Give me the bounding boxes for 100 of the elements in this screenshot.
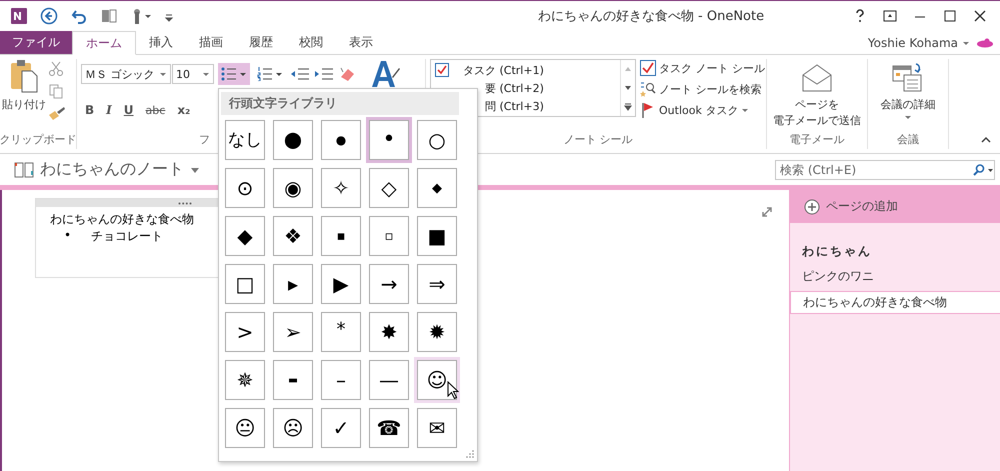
find-tags-button[interactable]: ノート シールを検索 — [640, 80, 765, 98]
notebook-dropdown[interactable]: わにちゃんのノート — [0, 159, 200, 180]
scissors-icon[interactable] — [48, 61, 64, 77]
bullet-option[interactable]: – — [321, 360, 361, 400]
format-button[interactable]: I — [106, 103, 112, 117]
bullet-option[interactable]: ◆ — [225, 216, 265, 256]
email-page-button[interactable]: ページを 電子メールで送信 — [767, 59, 867, 132]
bullet-option[interactable]: 😐 — [225, 408, 265, 448]
bullet-option[interactable]: ◉ — [273, 168, 313, 208]
envelope-icon — [801, 63, 833, 93]
bullets-button[interactable] — [218, 63, 250, 85]
bullet-option[interactable]: * — [321, 312, 361, 352]
window-title: わにちゃんの好きな食べ物 - OneNote — [536, 8, 766, 25]
task-tag-button[interactable]: タスク ノート シール — [640, 59, 765, 77]
bullet-option[interactable]: - — [273, 360, 313, 400]
bullet-option[interactable]: ❖ — [273, 216, 313, 256]
maximize-icon[interactable] — [942, 8, 958, 24]
bullet-option[interactable]: ➢ — [273, 312, 313, 352]
caret-icon — [904, 113, 912, 121]
search-icon — [640, 81, 656, 97]
group-label: ノート シール — [563, 132, 633, 147]
bullet-option[interactable]: ○ — [417, 120, 457, 160]
ribbon-tab[interactable]: 校閲 — [286, 31, 336, 54]
font-name-dropdown[interactable]: ＭＳ ゴシック — [81, 64, 171, 84]
outdent-icon[interactable] — [290, 67, 310, 81]
clipboard-icon — [9, 59, 39, 93]
caret-icon — [741, 106, 750, 114]
bullet-option[interactable]: ◆ — [417, 168, 457, 208]
bullet-option[interactable]: ▫ — [369, 216, 409, 256]
bullet-mark: • — [64, 228, 72, 244]
bullet-option[interactable]: → — [369, 264, 409, 304]
bullet-option[interactable]: ✓ — [321, 408, 361, 448]
bullet-option[interactable]: ⬤ — [273, 120, 313, 160]
outlook-task-button[interactable]: Outlook タスク — [640, 101, 765, 119]
search-box[interactable]: 検索 (Ctrl+E) — [775, 160, 995, 180]
bullet-option[interactable]: ■ — [417, 216, 457, 256]
resize-grip-icon[interactable] — [466, 450, 474, 458]
ribbon-tab[interactable]: 挿入 — [136, 31, 186, 54]
back-icon[interactable] — [40, 7, 58, 25]
bullet-option[interactable]: ✧ — [321, 168, 361, 208]
numbered-list-icon — [257, 67, 283, 81]
add-page-button[interactable]: ページの追加 — [790, 190, 1000, 223]
bullet-option[interactable]: • — [369, 120, 409, 160]
page-item[interactable]: ピンクのワニ — [790, 266, 1000, 287]
bullet-option[interactable]: ▸ — [273, 264, 313, 304]
page-item[interactable]: わにちゃんの好きな食べ物 — [790, 291, 1000, 314]
bullet-option[interactable]: — — [369, 360, 409, 400]
bullet-option[interactable]: ◇ — [369, 168, 409, 208]
ribbon-tab[interactable]: ホーム — [72, 31, 136, 55]
ribbon-tab[interactable]: 履歴 — [236, 31, 286, 54]
bullet-option[interactable]: > — [225, 312, 265, 352]
styles-icon[interactable] — [370, 59, 400, 89]
note-title: わにちゃんの好きな食べ物 — [50, 211, 195, 228]
bullet-option[interactable]: ✹ — [417, 312, 457, 352]
indent-icon[interactable] — [314, 67, 334, 81]
collapse-ribbon-icon[interactable] — [980, 135, 992, 145]
meeting-details-button[interactable]: 会議の詳細 — [868, 59, 948, 132]
expand-icon[interactable] — [623, 102, 633, 112]
caret-icon — [159, 70, 167, 78]
format-button[interactable]: abc — [146, 104, 166, 116]
app-logo-icon — [10, 7, 28, 25]
expand-icon[interactable] — [761, 206, 773, 218]
bullet-option[interactable]: ● — [321, 120, 361, 160]
bullet-option[interactable]: ⊙ — [225, 168, 265, 208]
bullet-option[interactable]: ▶ — [321, 264, 361, 304]
bullet-option[interactable]: ✸ — [369, 312, 409, 352]
font-size-dropdown[interactable]: 10 — [172, 64, 214, 84]
bullet-option[interactable]: ✉ — [417, 408, 457, 448]
paste-button[interactable]: 貼り付け — [0, 59, 48, 132]
bullet-option[interactable]: ▪ — [321, 216, 361, 256]
user-name[interactable]: Yoshie Kohama — [868, 36, 958, 50]
bullet-option[interactable]: ☹ — [273, 408, 313, 448]
group-label: 会議 — [897, 132, 919, 147]
format-button[interactable]: B — [85, 103, 94, 117]
checkbox-icon — [640, 60, 656, 76]
checkbox-icon — [435, 63, 449, 77]
calendar-icon — [892, 63, 924, 93]
format-painter-icon[interactable] — [48, 105, 66, 121]
bullet-option[interactable]: ⇒ — [417, 264, 457, 304]
bullet-option[interactable]: なし — [225, 120, 265, 160]
page-item[interactable]: わにちゃん — [790, 241, 1000, 262]
bullet-option[interactable]: ☎ — [369, 408, 409, 448]
tag-item[interactable]: タスク (Ctrl+1) — [463, 62, 544, 78]
user-badge-icon — [976, 38, 994, 48]
format-button[interactable]: U — [124, 103, 134, 117]
ribbon-tab[interactable]: 描画 — [186, 31, 236, 54]
bullet-option[interactable]: ☺ — [417, 360, 457, 400]
bullet-option[interactable]: □ — [225, 264, 265, 304]
ribbon-tab[interactable]: 表示 — [336, 31, 386, 54]
eraser-icon[interactable] — [338, 66, 356, 82]
file-tab[interactable]: ファイル — [0, 31, 72, 54]
format-button[interactable]: x₂ — [177, 103, 190, 117]
search-icon[interactable] — [972, 164, 994, 176]
group-label: 電子メール — [790, 132, 844, 147]
full-screen-icon[interactable] — [882, 8, 898, 24]
bullet-option[interactable]: ✵ — [225, 360, 265, 400]
close-icon[interactable] — [972, 8, 988, 24]
dock-icon[interactable] — [100, 7, 118, 25]
drag-handle-icon[interactable] — [178, 202, 192, 204]
group-label: フ — [199, 132, 210, 147]
